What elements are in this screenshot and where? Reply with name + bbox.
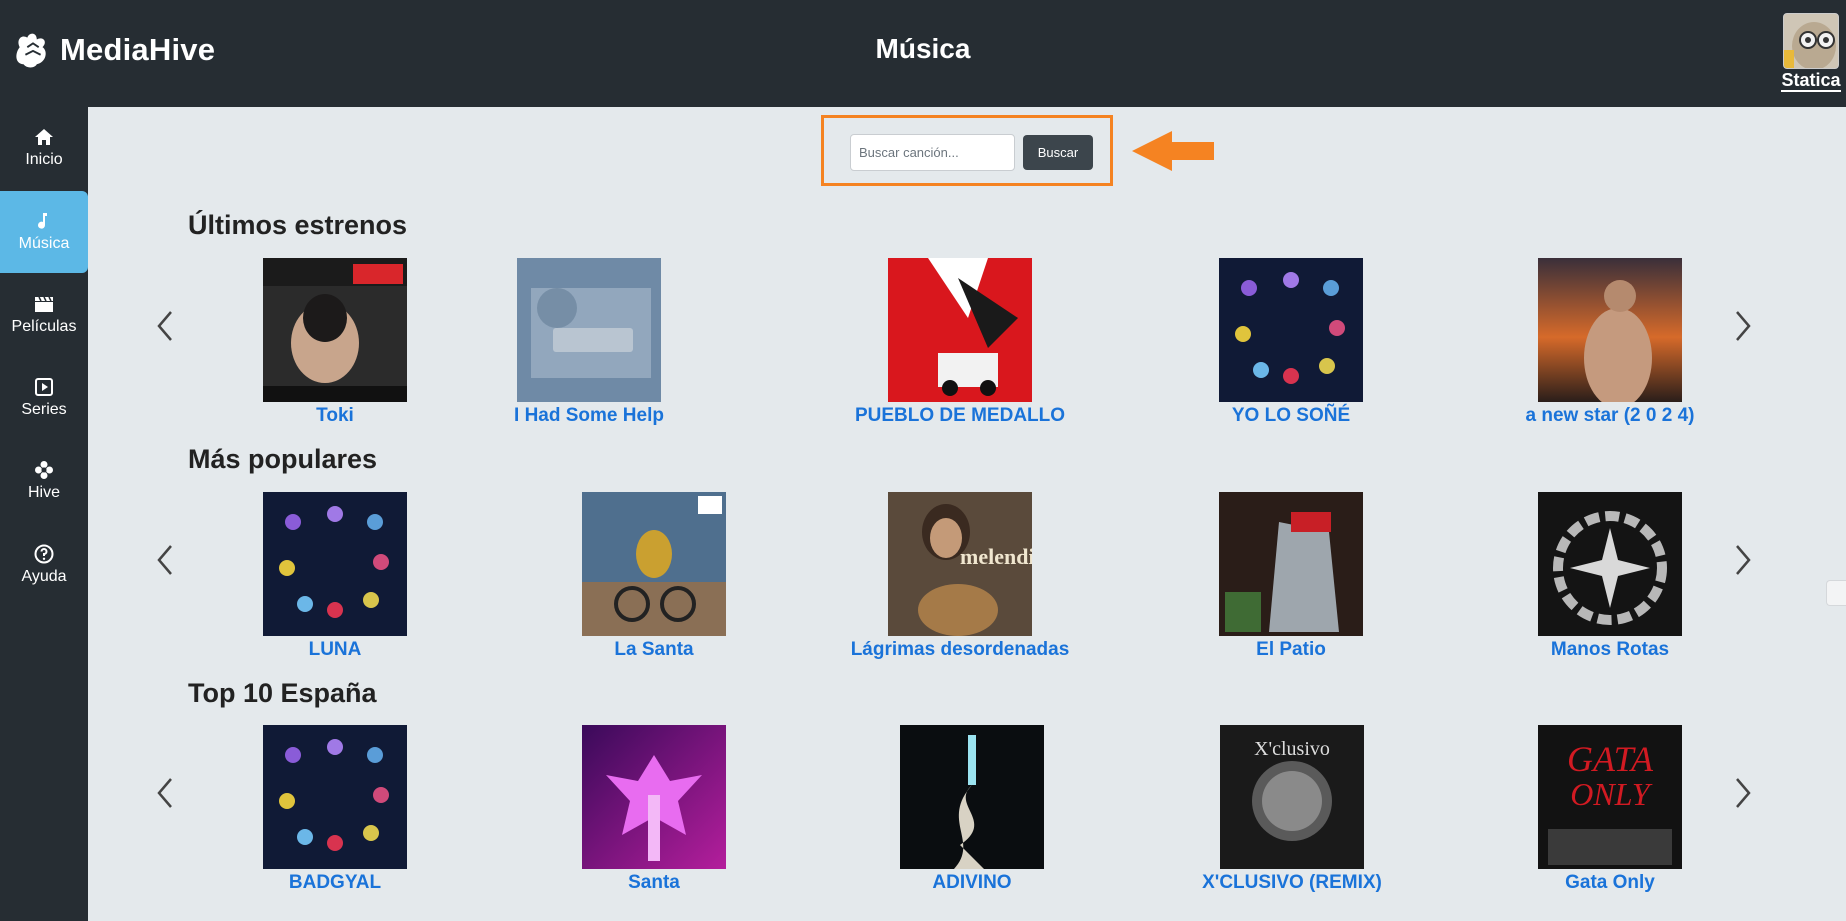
- search-button[interactable]: Buscar: [1023, 135, 1093, 170]
- chevron-right-icon: [1736, 778, 1751, 808]
- song-title[interactable]: BADGYAL: [289, 872, 381, 894]
- search-input[interactable]: [850, 134, 1015, 171]
- song-title[interactable]: Toki: [316, 405, 354, 427]
- list-item[interactable]: X'clusivo X'CLUSIVO (REMIX): [1199, 725, 1385, 894]
- song-title[interactable]: Gata Only: [1565, 872, 1655, 894]
- album-cover[interactable]: [1219, 492, 1363, 636]
- user-name[interactable]: Statica: [1781, 70, 1841, 92]
- top-bar: MediaHive Música Statica: [0, 0, 1846, 107]
- album-cover[interactable]: [1538, 492, 1682, 636]
- list-item[interactable]: YO LO SOÑÉ: [1219, 258, 1363, 427]
- album-cover[interactable]: melendi: [888, 492, 1032, 636]
- sidebar-item-label: Inicio: [25, 151, 63, 168]
- song-title[interactable]: X'CLUSIVO (REMIX): [1202, 872, 1382, 894]
- sidebar-item-label: Hive: [27, 484, 60, 501]
- list-item[interactable]: BADGYAL: [263, 725, 407, 894]
- music-note-icon: [38, 213, 47, 229]
- list-item[interactable]: El Patio: [1219, 492, 1363, 661]
- list-item[interactable]: La Santa: [582, 492, 726, 661]
- chevron-left-icon: [157, 311, 172, 341]
- section-title-estrenos: Últimos estrenos: [188, 210, 408, 240]
- sidebar-item-label: Ayuda: [21, 568, 67, 585]
- list-item[interactable]: I Had Some Help: [509, 258, 669, 427]
- chevron-left-icon: [157, 778, 172, 808]
- svg-text:X'clusivo: X'clusivo: [1254, 738, 1330, 760]
- list-item[interactable]: GATA ONLY Gata Only: [1538, 725, 1682, 894]
- user-menu[interactable]: Statica: [1781, 13, 1841, 92]
- brand-logo[interactable]: MediaHive: [14, 30, 215, 70]
- chevron-right-icon: [1736, 545, 1751, 575]
- album-cover[interactable]: [582, 492, 726, 636]
- help-circle-icon: [34, 544, 54, 564]
- album-cover[interactable]: [1219, 258, 1363, 402]
- album-cover[interactable]: [263, 492, 407, 636]
- album-cover[interactable]: [263, 258, 407, 402]
- list-item[interactable]: LUNA: [263, 492, 407, 661]
- sidebar-item-inicio[interactable]: Inicio: [0, 107, 88, 189]
- home-icon: [35, 129, 53, 145]
- chevron-left-icon: [157, 545, 172, 575]
- search-form: Buscar: [821, 115, 1113, 186]
- song-title[interactable]: I Had Some Help: [514, 405, 664, 427]
- song-title[interactable]: YO LO SOÑÉ: [1232, 405, 1350, 427]
- list-item[interactable]: a new star (2 0 2 4): [1522, 258, 1698, 427]
- list-item[interactable]: Manos Rotas: [1538, 492, 1682, 661]
- sidebar: Inicio Música Películas Series Hive Ayud…: [0, 107, 88, 921]
- carousel-prev-button[interactable]: [150, 540, 180, 580]
- song-title[interactable]: El Patio: [1256, 639, 1326, 661]
- carousel-next-button[interactable]: [1728, 306, 1758, 346]
- list-item[interactable]: ADIVINO: [900, 725, 1044, 894]
- album-cover[interactable]: [888, 258, 1032, 402]
- song-title[interactable]: Manos Rotas: [1551, 639, 1669, 661]
- chevron-right-icon: [1736, 311, 1751, 341]
- sidebar-item-label: Películas: [11, 318, 77, 335]
- list-item[interactable]: Santa: [582, 725, 726, 894]
- section-title-populares: Más populares: [188, 444, 378, 474]
- song-title[interactable]: PUEBLO DE MEDALLO: [855, 405, 1065, 427]
- album-cover[interactable]: [263, 725, 407, 869]
- list-item[interactable]: melendi Lágrimas desordenadas: [851, 492, 1069, 661]
- album-cover[interactable]: GATA ONLY: [1538, 725, 1682, 869]
- song-title[interactable]: ADIVINO: [932, 872, 1011, 894]
- sidebar-item-series[interactable]: Series: [0, 357, 88, 439]
- play-square-icon: [35, 378, 53, 396]
- sidebar-item-hive[interactable]: Hive: [0, 440, 88, 522]
- sidebar-item-ayuda[interactable]: Ayuda: [0, 524, 88, 606]
- album-cover[interactable]: [900, 725, 1044, 869]
- avatar[interactable]: [1783, 13, 1839, 69]
- list-item[interactable]: Toki: [263, 258, 407, 427]
- song-title[interactable]: Lágrimas desordenadas: [851, 639, 1070, 661]
- carousel-prev-button[interactable]: [150, 306, 180, 346]
- album-cover[interactable]: X'clusivo: [1220, 725, 1364, 869]
- album-cover[interactable]: [1538, 258, 1682, 402]
- section-title-top10: Top 10 España: [188, 678, 377, 708]
- list-item[interactable]: PUEBLO DE MEDALLO: [855, 258, 1065, 427]
- flower-icon: [35, 461, 53, 479]
- carousel-prev-button[interactable]: [150, 773, 180, 813]
- brand-name: MediaHive: [60, 32, 216, 67]
- sidebar-item-label: Música: [18, 235, 70, 252]
- album-cover[interactable]: [582, 725, 726, 869]
- sidebar-item-peliculas[interactable]: Películas: [0, 274, 88, 356]
- song-title[interactable]: LUNA: [309, 639, 362, 661]
- page-title: Música: [875, 33, 971, 64]
- album-cover[interactable]: [517, 258, 661, 402]
- sidebar-item-label: Series: [21, 401, 67, 418]
- song-title[interactable]: a new star (2 0 2 4): [1526, 405, 1695, 427]
- side-panel-handle[interactable]: [1826, 580, 1846, 606]
- carousel-next-button[interactable]: [1728, 540, 1758, 580]
- svg-text:melendi: melendi: [960, 544, 1032, 569]
- carousel-next-button[interactable]: [1728, 773, 1758, 813]
- svg-text:GATA: GATA: [1567, 739, 1654, 779]
- arrow-left-icon: [1132, 131, 1214, 171]
- bee-logo-icon: [16, 33, 46, 68]
- svg-text:ONLY: ONLY: [1570, 776, 1653, 812]
- sidebar-item-musica[interactable]: Música: [0, 191, 88, 273]
- clapperboard-icon: [35, 296, 53, 312]
- song-title[interactable]: Santa: [628, 872, 680, 894]
- song-title[interactable]: La Santa: [614, 639, 693, 661]
